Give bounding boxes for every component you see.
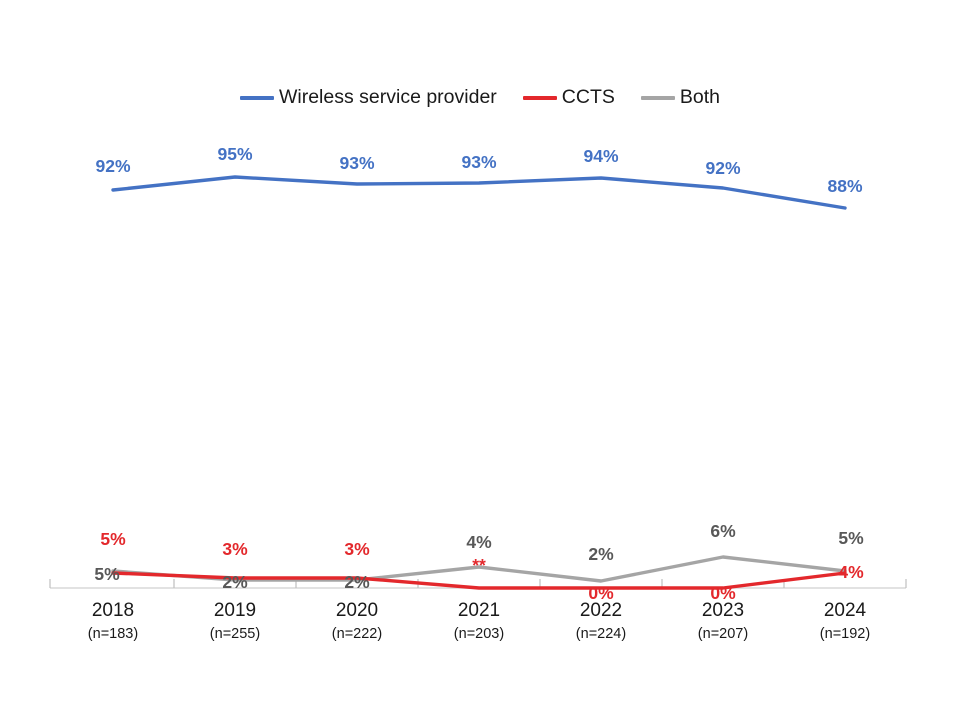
category-tick-2018: 2018 (n=183) [88,600,138,643]
category-sample-size-2019: (n=255) [209,625,261,642]
data-label-both-2019: 2% [222,572,248,592]
data-label-wireless-service-provider-2022: 94% [583,146,619,166]
category-year-2019: 2019 [213,600,257,621]
data-label-wireless-service-provider-2018: 92% [95,156,131,176]
data-label-both-2023: 6% [710,521,736,541]
category-sample-size-2021: (n=203) [453,625,505,642]
data-label-wireless-service-provider-2023: 92% [705,158,741,178]
data-label-ccts-2020: 3% [344,539,370,559]
data-label-both-2022: 2% [588,544,614,564]
line-chart: Wireless service provider CCTS Both 92% 9… [0,0,960,720]
category-tick-2023: 2023 (n=207) [698,600,748,643]
category-sample-size-2024: (n=192) [819,625,871,642]
category-tick-2022: 2022 (n=224) [576,600,626,643]
category-year-2021: 2021 [457,600,501,621]
category-sample-size-2018: (n=183) [87,625,139,642]
series-line-wireless-service-provider [111,175,847,210]
data-label-ccts-2021: ** [472,555,486,575]
category-sample-size-2020: (n=222) [331,625,383,642]
data-label-wireless-service-provider-2020: 93% [339,153,375,173]
category-year-2020: 2020 [335,600,379,621]
data-label-wireless-service-provider-2021: 93% [461,152,497,172]
data-label-ccts-2018: 5% [100,529,126,549]
data-label-ccts-2024: 4% [838,562,864,582]
data-label-wireless-service-provider-2019: 95% [217,144,253,164]
category-sample-size-2022: (n=224) [575,625,627,642]
category-tick-2019: 2019 (n=255) [210,600,260,643]
category-year-2018: 2018 [91,600,135,621]
category-sample-size-2023: (n=207) [697,625,749,642]
data-label-both-2024: 5% [838,528,864,548]
data-label-ccts-2019: 3% [222,539,248,559]
data-label-wireless-service-provider-2024: 88% [827,176,863,196]
data-label-both-2020: 2% [344,572,370,592]
category-year-2022: 2022 [579,600,623,621]
category-year-2024: 2024 [823,600,867,621]
category-tick-2020: 2020 (n=222) [332,600,382,643]
data-label-both-2021: 4% [466,532,492,552]
category-year-2023: 2023 [701,600,745,621]
category-tick-2024: 2024 (n=192) [820,600,870,643]
data-label-both-2018: 5% [94,564,120,584]
category-tick-2021: 2021 (n=203) [454,600,504,643]
